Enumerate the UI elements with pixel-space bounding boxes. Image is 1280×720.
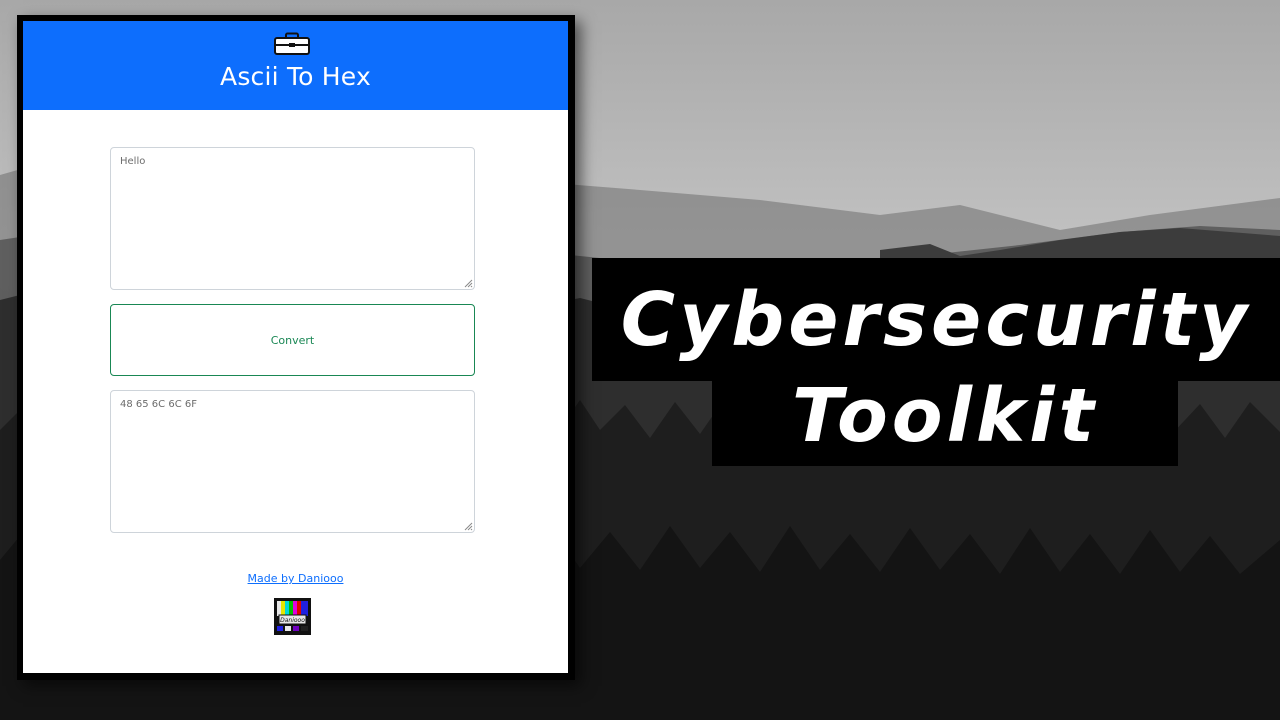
author-logo-text: Daniooo [280, 617, 305, 624]
banner-title-line2: Toolkit [792, 373, 1098, 459]
hex-output[interactable]: 48 65 6C 6C 6F [110, 390, 475, 533]
banner-line2: Toolkit [712, 366, 1178, 466]
author-logo[interactable]: Daniooo [274, 598, 311, 635]
toolbox-icon [274, 32, 310, 55]
resize-grip-icon[interactable] [464, 522, 473, 531]
page-title: Ascii To Hex [220, 62, 371, 91]
banner-line1: Cybersecurity [592, 258, 1280, 381]
credit-link[interactable]: Made by Daniooo [23, 572, 568, 585]
app-window: Ascii To Hex Hello Convert 48 65 6C 6C 6… [17, 15, 575, 680]
app-header: Ascii To Hex [23, 21, 568, 110]
app-panel: Ascii To Hex Hello Convert 48 65 6C 6C 6… [23, 21, 568, 673]
convert-button[interactable]: Convert [110, 304, 475, 376]
resize-grip-icon[interactable] [464, 279, 473, 288]
banner-title-line1: Cybersecurity [620, 276, 1252, 363]
ascii-input[interactable]: Hello [110, 147, 475, 290]
